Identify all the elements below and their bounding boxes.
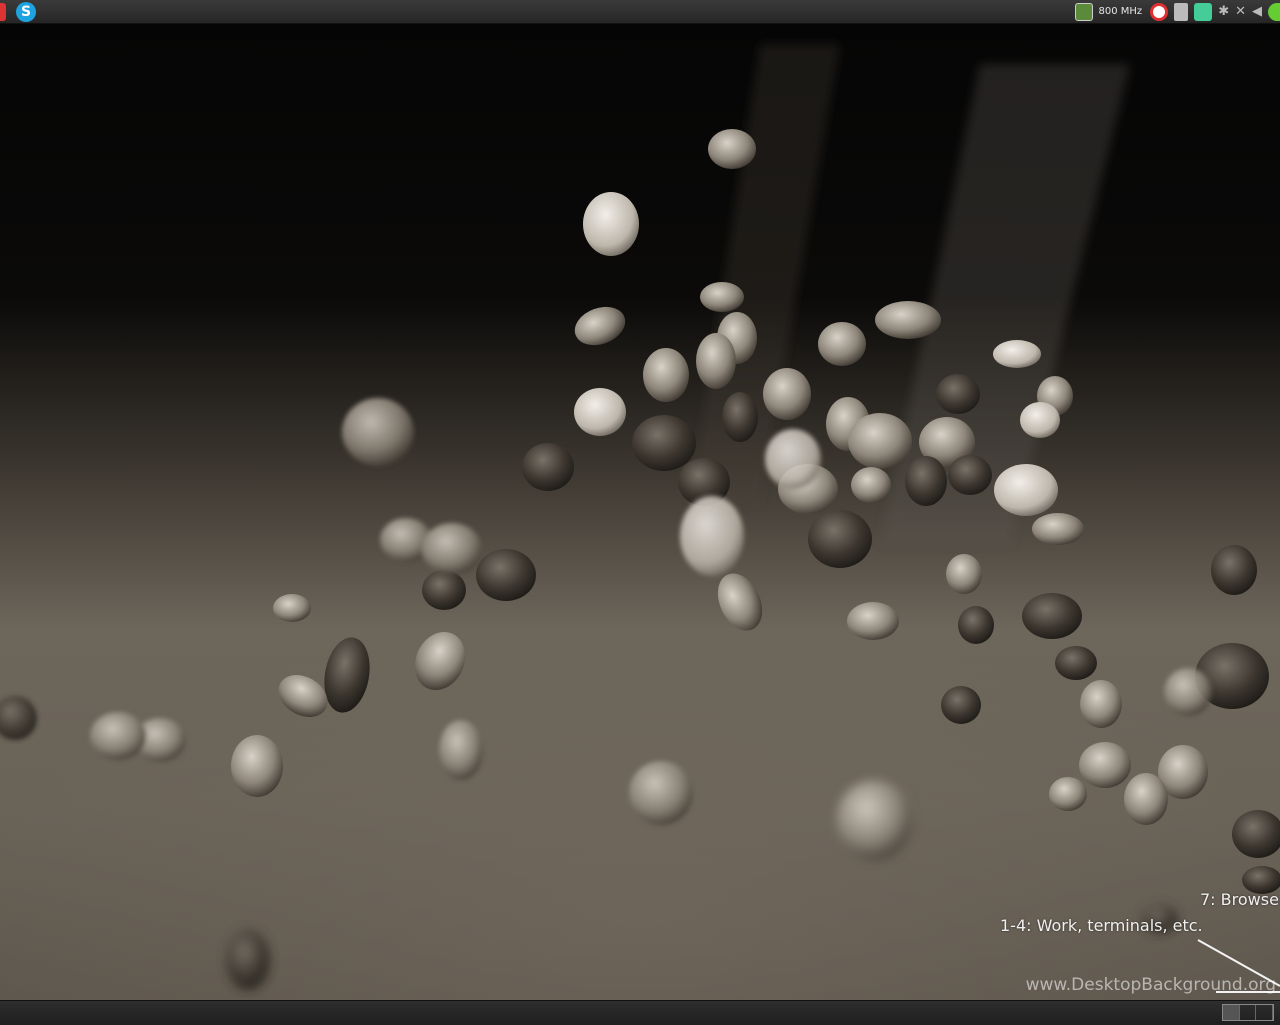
- target-icon[interactable]: [1150, 2, 1169, 21]
- pager-desktop-2[interactable]: [1240, 1005, 1257, 1020]
- cpu-monitor-icon[interactable]: [1074, 2, 1093, 21]
- connection-icon[interactable]: ✕: [1235, 3, 1246, 21]
- partial-launcher-icon[interactable]: [0, 2, 6, 21]
- volume-icon[interactable]: ◀: [1252, 3, 1262, 21]
- device-icon[interactable]: [1174, 2, 1189, 21]
- network-icon[interactable]: [1194, 2, 1213, 21]
- watermark: www.DesktopBackground.org: [1025, 975, 1276, 995]
- bottom-panel: [0, 1000, 1280, 1025]
- annotation-work: 1-4: Work, terminals, etc.: [1000, 916, 1203, 935]
- flying-stones-photo: [0, 44, 1280, 993]
- top-panel: S 800 MHz ✱ ✕ ◀: [0, 0, 1280, 24]
- cpu-frequency-label[interactable]: 800 MHz: [1099, 6, 1143, 17]
- desktop-wallpaper: 7: Browse 1-4: Work, terminals, etc.: [0, 24, 1280, 1000]
- bluetooth-icon[interactable]: ✱: [1218, 3, 1229, 21]
- update-check-icon[interactable]: [1268, 2, 1280, 21]
- pager-desktop-1[interactable]: [1223, 1005, 1240, 1020]
- pager-desktop-3[interactable]: [1256, 1005, 1274, 1020]
- workspace-pager[interactable]: [1222, 1004, 1274, 1021]
- skype-icon[interactable]: S: [16, 1, 36, 22]
- launcher-area: S: [0, 0, 36, 23]
- system-tray: 800 MHz ✱ ✕ ◀: [1074, 0, 1280, 23]
- annotation-browser: 7: Browse: [1200, 890, 1279, 909]
